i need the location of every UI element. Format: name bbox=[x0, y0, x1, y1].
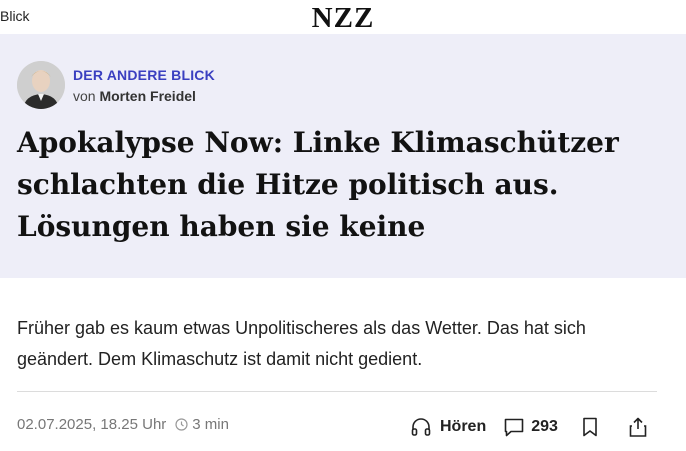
divider bbox=[17, 391, 657, 392]
publish-date: 02.07.2025, 18.25 Uhr bbox=[17, 416, 167, 433]
clock-icon bbox=[175, 418, 188, 431]
author-avatar[interactable] bbox=[17, 61, 65, 109]
comment-icon bbox=[503, 416, 525, 438]
byline: von Morten Freidel bbox=[73, 88, 196, 104]
column-kicker[interactable]: DER ANDERE BLICK bbox=[73, 67, 215, 83]
article-meta: 02.07.2025, 18.25 Uhr 3 min bbox=[17, 416, 229, 433]
bookmark-button[interactable] bbox=[580, 416, 600, 438]
comments-button[interactable]: 293 bbox=[503, 416, 558, 438]
author-name[interactable]: Morten Freidel bbox=[99, 88, 195, 104]
headphones-icon bbox=[410, 416, 432, 438]
nzz-logo[interactable]: NZZ bbox=[0, 2, 686, 35]
read-time: 3 min bbox=[192, 416, 229, 433]
listen-label: Hören bbox=[440, 418, 487, 435]
article-header: DER ANDERE BLICK von Morten Freidel Apok… bbox=[0, 34, 686, 278]
article-lead: Früher gab es kaum etwas Unpolitischeres… bbox=[17, 318, 586, 369]
top-bar: Blick NZZ bbox=[0, 0, 686, 34]
byline-prefix: von bbox=[73, 88, 96, 104]
bookmark-icon bbox=[580, 416, 600, 438]
comments-count: 293 bbox=[531, 418, 558, 435]
share-button[interactable] bbox=[628, 416, 648, 438]
listen-button[interactable]: Hören bbox=[410, 416, 486, 438]
article-headline: Apokalypse Now: Linke Klimaschützer schl… bbox=[17, 126, 619, 243]
article-actions: Hören 293 bbox=[410, 416, 648, 438]
share-icon bbox=[628, 416, 648, 438]
